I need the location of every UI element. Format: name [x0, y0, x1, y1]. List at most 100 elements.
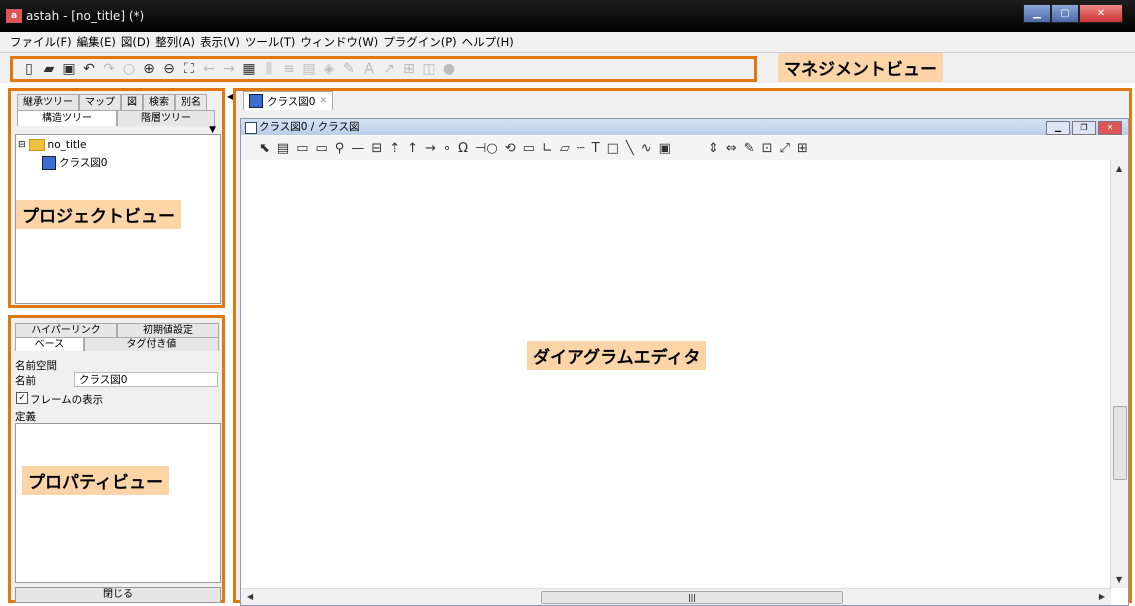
- class-icon[interactable]: ▤: [277, 141, 289, 156]
- circle-color-icon[interactable]: ●: [441, 61, 457, 77]
- folder-icon: [28, 139, 45, 151]
- control-icon[interactable]: ⟲: [505, 141, 516, 156]
- forward-icon[interactable]: →: [221, 61, 237, 77]
- minimize-diagram-button[interactable]: ▁: [1046, 121, 1070, 135]
- association-icon[interactable]: —: [351, 141, 364, 156]
- vertical-scroll-thumb[interactable]: [1113, 406, 1127, 480]
- generalization-icon[interactable]: ⇡: [389, 141, 400, 156]
- restore-diagram-button[interactable]: ❐: [1072, 121, 1096, 135]
- tree-node-class-diagram[interactable]: クラス図0: [42, 155, 107, 170]
- redo-icon[interactable]: ↷: [101, 61, 117, 77]
- align-left-icon[interactable]: ≡: [281, 61, 297, 77]
- zoom-in-icon[interactable]: ⊕: [141, 61, 157, 77]
- definition-label: 定義: [15, 411, 36, 423]
- menu-help[interactable]: ヘルプ(H): [462, 34, 514, 50]
- undo-icon[interactable]: ↶: [81, 61, 97, 77]
- minimize-button[interactable]: ▁: [1023, 4, 1051, 23]
- layout-icon[interactable]: ⊞: [797, 141, 808, 156]
- menu-view[interactable]: 表示(V): [200, 34, 240, 50]
- frame-toggle-icon[interactable]: ⊡: [762, 141, 773, 156]
- close-diagram-button[interactable]: ✕: [1098, 121, 1122, 135]
- menu-tool[interactable]: ツール(T): [245, 34, 296, 50]
- note-anchor-icon[interactable]: ┄: [577, 141, 585, 156]
- subsystem-icon[interactable]: ▭: [316, 141, 328, 156]
- management-view-label: マネジメントビュー: [778, 53, 943, 82]
- tab-search[interactable]: 検索: [143, 94, 175, 110]
- anchor-icon[interactable]: ∟: [542, 141, 553, 156]
- line-color-icon[interactable]: ✎: [341, 61, 357, 77]
- horizontal-scroll-thumb[interactable]: |||: [541, 591, 843, 604]
- grid-icon[interactable]: ▦: [241, 61, 257, 77]
- line-icon[interactable]: ╲: [626, 141, 634, 156]
- scroll-up-icon[interactable]: ▲: [1116, 164, 1122, 173]
- text-icon[interactable]: T: [592, 141, 600, 156]
- save-icon[interactable]: ▣: [61, 61, 77, 77]
- layer-icon[interactable]: ▤: [301, 61, 317, 77]
- tab-diagram[interactable]: 図: [121, 94, 143, 110]
- frame-checkbox[interactable]: ✓: [16, 392, 28, 404]
- tree-node-root[interactable]: ⊟ no_title: [18, 139, 86, 151]
- back-icon[interactable]: ←: [201, 61, 217, 77]
- font-color-icon[interactable]: A: [361, 61, 377, 77]
- open-folder-icon[interactable]: ▰: [41, 61, 57, 77]
- definition-textarea[interactable]: [15, 423, 221, 583]
- menu-file[interactable]: ファイル(F): [10, 34, 72, 50]
- new-file-icon[interactable]: ▯: [21, 61, 37, 77]
- interface-icon[interactable]: ⚲: [335, 141, 345, 156]
- tab-tagged-values[interactable]: タグ付き値: [83, 337, 219, 351]
- size-icon[interactable]: ◫: [421, 61, 437, 77]
- vertical-space-icon[interactable]: ⇕: [708, 141, 719, 156]
- collapse-icon[interactable]: ⊟: [18, 140, 26, 150]
- freehand-icon[interactable]: ∿: [641, 141, 652, 156]
- line-shape-icon[interactable]: ⤢: [780, 141, 790, 156]
- pin-icon[interactable]: ✎: [744, 141, 755, 156]
- menu-edit[interactable]: 編集(E): [77, 34, 116, 50]
- title-bar: a astah - [no_title] (*) ▁ ▢ ✕: [0, 0, 1135, 32]
- fit-window-icon[interactable]: ⛶: [181, 61, 197, 77]
- tab-base[interactable]: ベース: [15, 337, 84, 351]
- entity-icon[interactable]: ▭: [523, 141, 535, 156]
- maximize-button[interactable]: ▢: [1051, 4, 1079, 23]
- line-style-icon[interactable]: ↗: [381, 61, 397, 77]
- menu-align[interactable]: 整列(A): [155, 34, 195, 50]
- package-icon[interactable]: ▭: [296, 141, 308, 156]
- close-button[interactable]: 閉じる: [15, 587, 221, 603]
- rectangle-icon[interactable]: □: [607, 141, 619, 156]
- note-icon[interactable]: ▱: [560, 141, 570, 156]
- close-window-button[interactable]: ✕: [1079, 4, 1123, 23]
- fill-color-icon[interactable]: ◈: [321, 61, 337, 77]
- boundary-icon[interactable]: ⊣○: [475, 141, 498, 156]
- scroll-right-icon[interactable]: ▶: [1099, 592, 1105, 601]
- zoom-icon[interactable]: ○: [121, 61, 137, 77]
- menu-diagram[interactable]: 図(D): [121, 34, 150, 50]
- horizontal-scrollbar[interactable]: ◀ ||| ▶: [241, 588, 1111, 605]
- tab-class-diagram[interactable]: クラス図0 ✕: [243, 91, 334, 110]
- tab-initial-settings[interactable]: 初期値設定: [117, 323, 219, 337]
- distribute-icon[interactable]: ⊞: [401, 61, 417, 77]
- dependency-icon[interactable]: →: [425, 141, 436, 156]
- select-arrow-icon[interactable]: ⬉: [259, 141, 270, 156]
- close-tab-icon[interactable]: ✕: [319, 96, 327, 106]
- scroll-down-icon[interactable]: ▼: [1116, 575, 1122, 584]
- tab-alias[interactable]: 別名: [175, 94, 207, 110]
- property-view-label: プロパティビュー: [22, 466, 169, 495]
- tab-inheritance-tree[interactable]: 継承ツリー: [17, 94, 79, 110]
- realization-icon[interactable]: ↑: [407, 141, 418, 156]
- name-field[interactable]: クラス図0: [74, 372, 218, 387]
- vertical-scrollbar[interactable]: ▲ ▼: [1110, 160, 1128, 588]
- tab-hyperlink[interactable]: ハイパーリンク: [15, 323, 117, 337]
- menu-plugin[interactable]: プラグイン(P): [383, 34, 456, 50]
- menu-window[interactable]: ウィンドウ(W): [300, 34, 378, 50]
- scroll-left-icon[interactable]: ◀: [247, 592, 253, 601]
- tab-map[interactable]: マップ: [79, 94, 121, 110]
- align-icon[interactable]: ⫼: [261, 61, 277, 77]
- usage-icon[interactable]: ∘: [443, 141, 451, 156]
- tab-hierarchy-tree[interactable]: 階層ツリー: [117, 110, 215, 126]
- association-class-icon[interactable]: ⊟: [371, 141, 382, 156]
- horizontal-space-icon[interactable]: ⇔: [726, 141, 737, 156]
- tab-structure-tree[interactable]: 構造ツリー: [17, 110, 117, 126]
- zoom-out-icon[interactable]: ⊖: [161, 61, 177, 77]
- image-icon[interactable]: ▣: [659, 141, 671, 156]
- interface-provided-icon[interactable]: Ω: [458, 141, 468, 156]
- diagram-canvas[interactable]: [241, 160, 1109, 588]
